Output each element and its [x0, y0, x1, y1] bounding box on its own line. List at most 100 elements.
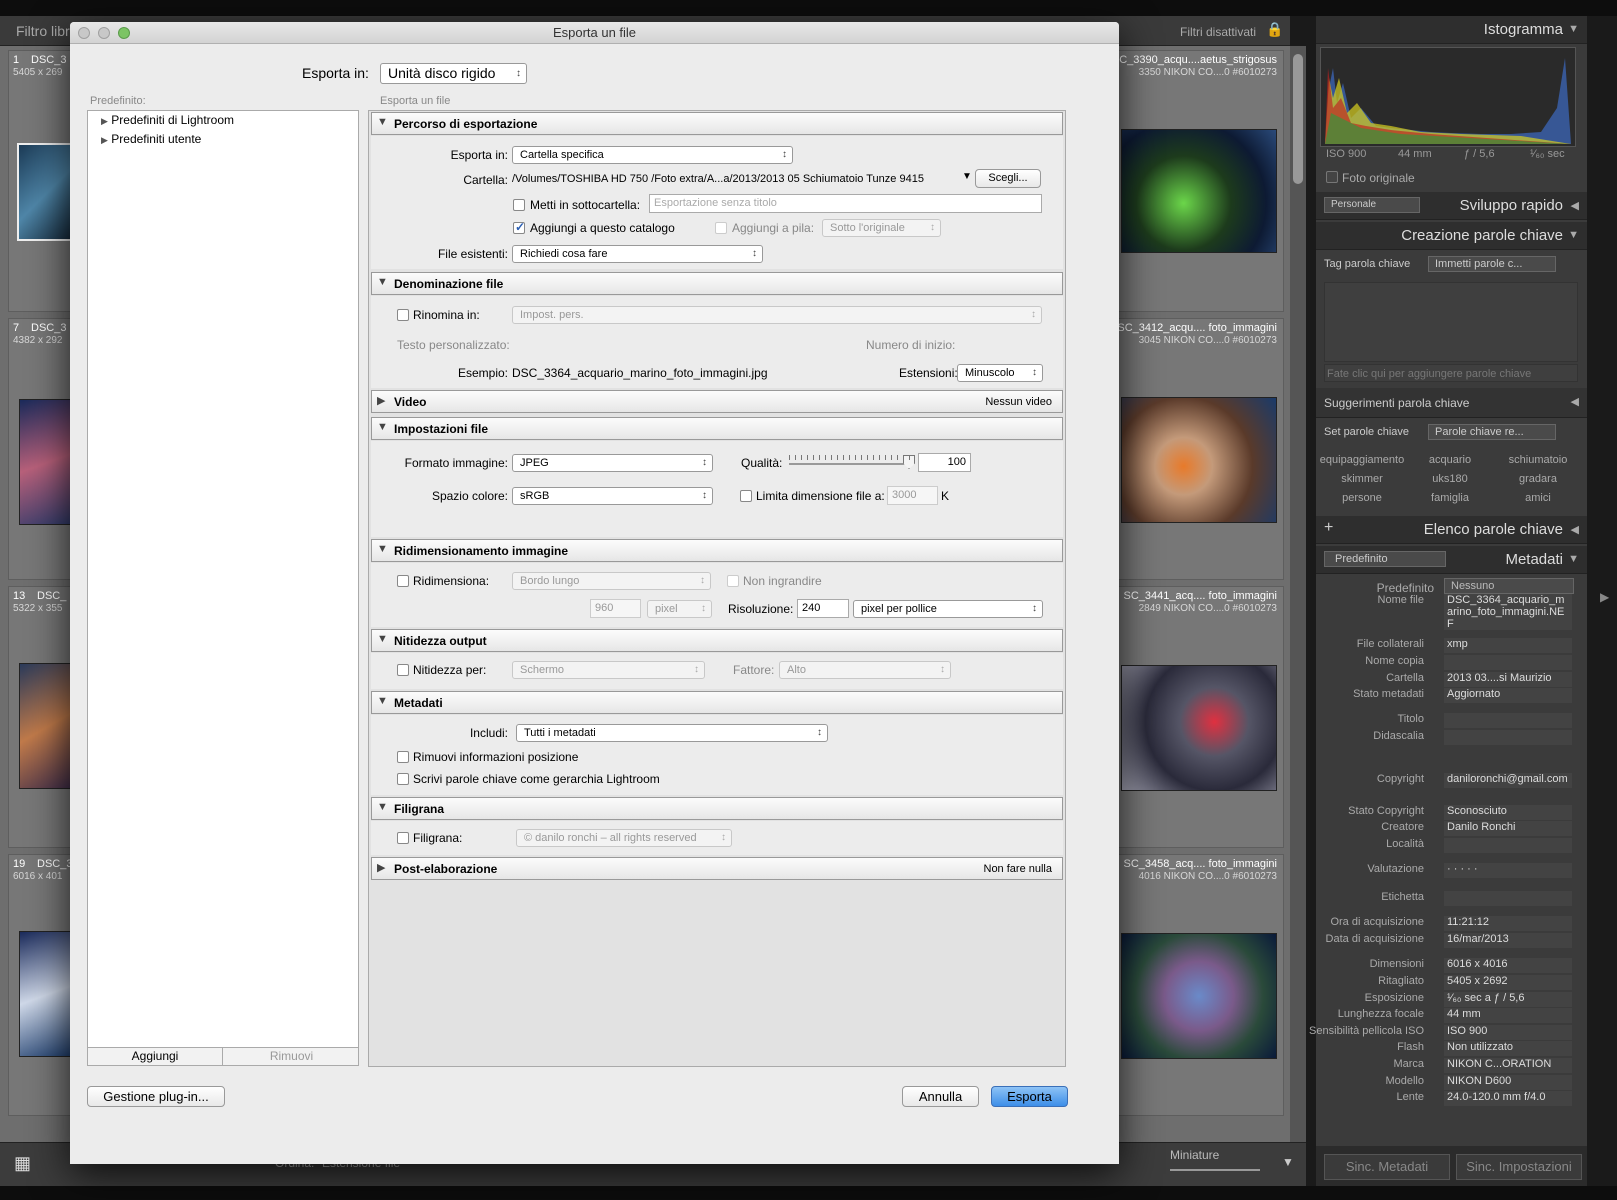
metadata-field-value[interactable]: ¹⁄₆₀ sec a ƒ / 5,6 [1444, 992, 1572, 1007]
image-format-select[interactable]: JPEG [512, 454, 713, 472]
add-keywords-field[interactable]: Fate clic qui per aggiungere parole chia… [1324, 364, 1578, 382]
metadata-view-select[interactable]: Predefinito [1324, 551, 1446, 567]
watermark-checkbox[interactable] [397, 832, 409, 844]
keyword-chip[interactable]: skimmer [1318, 473, 1406, 485]
resize-mode-select[interactable]: Bordo lungo [512, 572, 711, 590]
rename-template-select[interactable]: Impost. pers. [512, 306, 1042, 324]
keyword-suggestions-header[interactable]: Suggerimenti parola chiave ◀ [1316, 388, 1587, 418]
metadata-field-value[interactable]: 2013 03....si Maurizio [1444, 672, 1572, 687]
metadata-preset-select[interactable]: Nessuno [1444, 578, 1574, 594]
thumbnail-image[interactable] [1121, 129, 1277, 253]
stack-position-select[interactable]: Sotto l'originale [822, 219, 941, 237]
existing-files-select[interactable]: Richiedi cosa fare [512, 245, 763, 263]
sync-settings-button[interactable]: Sinc. Impostazioni [1456, 1154, 1582, 1180]
export-to-select[interactable]: Unità disco rigido [380, 63, 527, 84]
metadata-field-value[interactable]: 16/mar/2013 [1444, 933, 1572, 948]
quick-develop-header[interactable]: Personale Sviluppo rapido ◀ [1316, 192, 1587, 220]
metadata-field-value[interactable]: 6016 x 4016 [1444, 958, 1572, 973]
rename-checkbox[interactable] [397, 309, 409, 321]
keyword-set-select[interactable]: Parole chiave re... [1428, 424, 1556, 440]
limit-size-checkbox[interactable] [740, 490, 752, 502]
resize-checkbox[interactable] [397, 575, 409, 587]
original-photo-checkbox[interactable] [1326, 171, 1338, 183]
chevron-down-icon[interactable]: ▼ [1282, 1155, 1294, 1169]
section-video[interactable]: ▶ Video Nessun video [371, 390, 1063, 413]
remove-location-checkbox[interactable] [397, 751, 409, 763]
metadata-field-value[interactable]: DSC_3364_acquario_marino_foto_immagini.N… [1444, 594, 1572, 630]
section-image-sizing[interactable]: ▼ Ridimensionamento immagine [371, 539, 1063, 562]
watermark-select[interactable]: © danilo ronchi – all rights reserved [516, 829, 732, 847]
preset-group-user[interactable]: ▶ Predefiniti utente [101, 132, 201, 146]
grid-cell[interactable]: 13 DSC_ 5322 x 355 [8, 586, 79, 848]
grid-cell[interactable]: SC_3390_acqu....aetus_strigosus 3350 NIK… [1112, 50, 1284, 312]
keyword-chip[interactable]: gradara [1494, 473, 1582, 485]
keyword-chip[interactable]: schiumatoio [1494, 454, 1582, 466]
section-export-location[interactable]: ▼ Percorso di esportazione [371, 112, 1063, 135]
add-to-catalog-checkbox[interactable] [513, 220, 525, 234]
quality-slider[interactable] [789, 451, 919, 471]
extensions-select[interactable]: Minuscolo [957, 364, 1043, 382]
metadata-field-value[interactable]: Non utilizzato [1444, 1041, 1572, 1056]
metadata-field-value[interactable] [1444, 713, 1572, 728]
keyword-tags-area[interactable] [1324, 282, 1578, 362]
metadata-field-value[interactable] [1444, 730, 1572, 745]
folder-history-arrow-icon[interactable]: ▼ [962, 171, 972, 182]
metadata-field-value[interactable]: daniloronchi@gmail.com [1444, 773, 1572, 788]
sharpen-for-select[interactable]: Schermo [512, 661, 705, 679]
resolution-unit-select[interactable]: pixel per pollice [853, 600, 1043, 618]
amount-select[interactable]: Alto [779, 661, 951, 679]
metadata-header[interactable]: Predefinito Metadati ▼ [1316, 546, 1587, 574]
grid-cell[interactable]: 7 DSC_3 4382 x 292 [8, 318, 79, 580]
grid-cell[interactable]: 19 DSC_3 6016 x 401 [8, 854, 79, 1116]
right-panel-toggle-icon[interactable]: ▶ [1600, 590, 1609, 604]
metadata-field-value[interactable]: Danilo Ronchi [1444, 821, 1572, 836]
thumbnail-image[interactable] [1121, 397, 1277, 523]
color-space-select[interactable]: sRGB [512, 487, 713, 505]
keyword-chip[interactable]: persone [1318, 492, 1406, 504]
export-button[interactable]: Esporta [991, 1086, 1068, 1107]
metadata-field-value[interactable]: 44 mm [1444, 1008, 1572, 1023]
grid-cell[interactable]: SC_3441_acq.... foto_immagini 2849 NIKON… [1114, 586, 1284, 848]
metadata-field-value[interactable]: ISO 900 [1444, 1025, 1572, 1040]
add-preset-button[interactable]: Aggiungi [88, 1048, 223, 1065]
write-keywords-checkbox[interactable] [397, 773, 409, 785]
metadata-field-value[interactable]: NIKON D600 [1444, 1075, 1572, 1090]
filters-off-label[interactable]: Filtri disattivati [1180, 25, 1256, 39]
section-output-sharpening[interactable]: ▼ Nitidezza output [371, 629, 1063, 652]
library-filter-label[interactable]: Filtro libr [16, 23, 70, 39]
metadata-field-value[interactable]: NIKON C...ORATION [1444, 1058, 1572, 1073]
metadata-field-value[interactable]: · · · · · [1444, 863, 1572, 878]
saved-preset-select[interactable]: Personale [1324, 197, 1420, 213]
scrollbar-thumb[interactable] [1293, 54, 1303, 184]
plugin-manager-button[interactable]: Gestione plug-in... [87, 1086, 225, 1107]
choose-folder-button[interactable]: Scegli... [975, 169, 1041, 188]
section-watermark[interactable]: ▼ Filigrana [371, 797, 1063, 820]
metadata-field-value[interactable]: 24.0-120.0 mm f/4.0 [1444, 1091, 1572, 1106]
section-file-naming[interactable]: ▼ Denominazione file [371, 272, 1063, 295]
plus-icon[interactable]: + [1324, 519, 1333, 537]
resolution-input[interactable]: 240 [797, 599, 849, 618]
keyword-chip[interactable]: amici [1494, 492, 1582, 504]
metadata-field-value[interactable]: Sconosciuto [1444, 805, 1572, 820]
metadata-field-value[interactable]: xmp [1444, 638, 1572, 653]
keyword-chip[interactable]: famiglia [1406, 492, 1494, 504]
grid-cell[interactable]: SC_3458_acq.... foto_immagini 4016 NIKON… [1114, 854, 1284, 1116]
metadata-field-value[interactable]: 11:21:12 [1444, 916, 1572, 931]
quality-input[interactable]: 100 [918, 453, 971, 472]
subfolder-input[interactable]: Esportazione senza titolo [649, 194, 1042, 213]
keywording-header[interactable]: Creazione parole chiave ▼ [1316, 222, 1587, 250]
add-to-stack-checkbox[interactable] [715, 222, 727, 234]
cancel-button[interactable]: Annulla [902, 1086, 979, 1107]
grid-view-icon[interactable]: ▦ [14, 1153, 31, 1174]
limit-size-input[interactable]: 3000 [887, 486, 938, 505]
sync-metadata-button[interactable]: Sinc. Metadati [1324, 1154, 1450, 1180]
keyword-list-header[interactable]: + Elenco parole chiave ◀ [1316, 516, 1587, 544]
metadata-field-value[interactable] [1444, 655, 1572, 670]
metadata-field-value[interactable]: 5405 x 2692 [1444, 975, 1572, 990]
dont-enlarge-checkbox[interactable] [727, 575, 739, 587]
metadata-field-value[interactable] [1444, 838, 1572, 853]
metadata-field-value[interactable] [1444, 891, 1572, 906]
grid-scrollbar[interactable] [1290, 46, 1306, 1142]
metadata-field-value[interactable]: Aggiornato [1444, 688, 1572, 703]
resize-unit-select[interactable]: pixel [647, 600, 712, 618]
